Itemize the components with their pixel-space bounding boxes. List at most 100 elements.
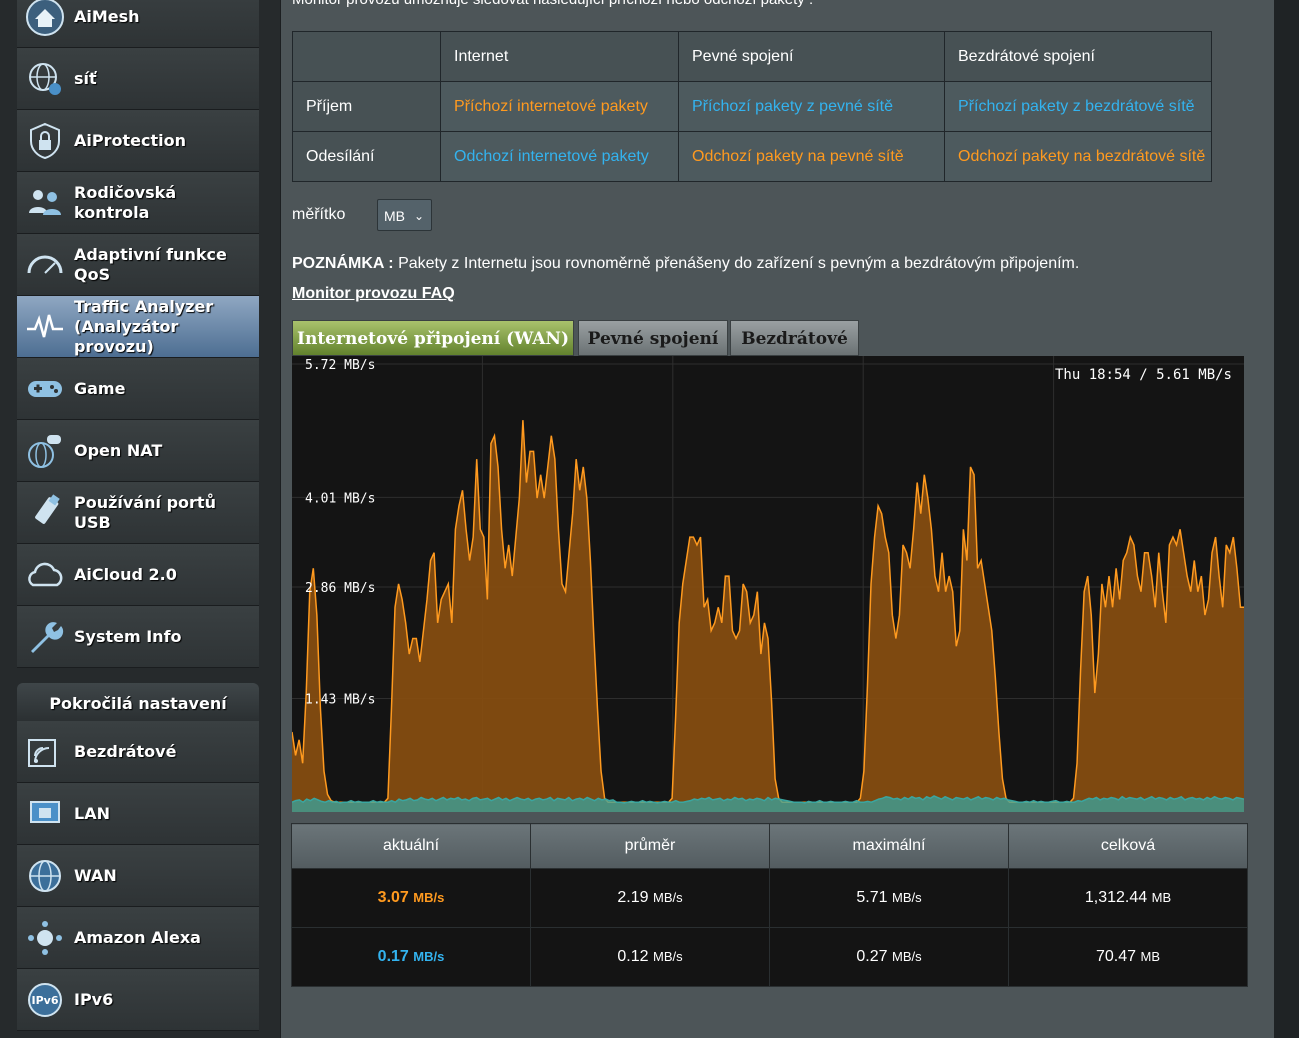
stats-unit: MB: [1140, 949, 1161, 964]
scale-select[interactable]: MB ⌄: [377, 199, 432, 231]
scale-label: měřítko: [292, 206, 346, 223]
note: POZNÁMKA : Pakety z Internetu jsou rovno…: [292, 255, 1079, 273]
stats-unit: MB/s: [652, 890, 683, 905]
network-globe-icon: [29, 62, 61, 95]
table-cell: Příchozí pakety z pevné sítě: [678, 81, 945, 132]
stats-value: 0.17: [377, 948, 409, 965]
menu-label: AiMesh: [74, 6, 140, 26]
table-cell: Příchozí internetové pakety: [440, 81, 679, 132]
tab-wired[interactable]: Pevné spojení: [578, 320, 728, 356]
wireless-icon: [28, 738, 56, 767]
column-header: Internet: [440, 31, 679, 82]
menu-item-adaptive-qos[interactable]: Adaptivní funkce QoS: [17, 234, 259, 296]
menu-item-aiprotection[interactable]: AiProtection: [17, 110, 259, 172]
menu-label: Bezdrátové: [74, 741, 177, 761]
menu-label: Rodičovská kontrola: [74, 182, 177, 222]
menu-label: WAN: [74, 865, 117, 885]
menu-item-game[interactable]: Game: [17, 358, 259, 420]
alexa-icon: [28, 920, 62, 955]
chevron-down-icon: ⌄: [413, 209, 424, 223]
column-header: Bezdrátové spojení: [944, 31, 1212, 82]
menu-label: AiCloud 2.0: [74, 564, 177, 584]
y-tick-label: 2.86 MB/s: [305, 581, 375, 596]
stats-value: 0.27: [856, 948, 888, 965]
menu-item-ipv6[interactable]: IPv6 IPv6: [17, 969, 259, 1031]
lan-icon: [30, 800, 60, 823]
stats-header: celková: [1008, 823, 1248, 869]
menu-item-aicloud[interactable]: AiCloud 2.0: [17, 544, 259, 606]
packet-types-table: Internet Pevné spojení Bezdrátové spojen…: [292, 31, 1212, 182]
menu-label: Adaptivní funkce QoS: [74, 244, 227, 284]
faq-link[interactable]: Monitor provozu FAQ: [292, 285, 455, 303]
y-tick-label: 4.01 MB/s: [305, 491, 375, 506]
stats-cell: 0.27 MB/s: [769, 927, 1009, 987]
stats-header: průměr: [530, 823, 770, 869]
menu-label: AiProtection: [74, 130, 186, 150]
stats-unit: MB/s: [652, 949, 683, 964]
usb-icon: [35, 493, 60, 524]
menu-item-wireless[interactable]: Bezdrátové: [17, 721, 259, 783]
menu-label: Traffic Analyzer (Analyzátor provozu): [74, 296, 214, 356]
y-tick-label: 5.72 MB/s: [305, 358, 375, 373]
stats-unit: MB/s: [891, 949, 922, 964]
menu-label: Open NAT: [74, 440, 163, 460]
traffic-chart: 5.72 MB/s 4.01 MB/s 2.86 MB/s 1.43 MB/s Thu…: [292, 356, 1244, 812]
menu-item-open-nat[interactable]: Open NAT: [17, 420, 259, 482]
table-cell: Příchozí pakety z bezdrátové sítě: [944, 81, 1212, 132]
table-cell: Odchozí pakety na bezdrátové sítě: [944, 131, 1212, 182]
tab-wireless[interactable]: Bezdrátové: [730, 320, 859, 356]
stats-header: maximální: [769, 823, 1009, 869]
stats-value: 2.19: [617, 889, 649, 906]
cloud-icon: [28, 562, 63, 586]
chart-status: Thu 18:54 / 5.61 MB/s: [1055, 367, 1232, 383]
stats-table: aktuální průměr maximální celková 3.07 M…: [291, 823, 1248, 987]
stats-unit: MB/s: [891, 890, 922, 905]
menu-item-aimesh[interactable]: AiMesh: [17, 0, 259, 48]
stats-unit: MB/s: [413, 890, 445, 905]
stats-value: 0.12: [617, 948, 649, 965]
menu-label: Používání portů USB: [74, 492, 216, 532]
advanced-settings-header: Pokročilá nastavení: [17, 683, 259, 721]
menu-label: IPv6: [74, 989, 114, 1009]
stats-cell: 70.47 MB: [1008, 927, 1248, 987]
menu-item-parental-control[interactable]: Rodičovská kontrola: [17, 172, 259, 234]
stats-cell: 5.71 MB/s: [769, 868, 1009, 928]
nat-globe-icon: [28, 434, 61, 468]
stats-cell: 2.19 MB/s: [530, 868, 770, 928]
general-menu: AiMesh síť AiProtection Rodičovská kontr…: [17, 0, 259, 668]
menu-item-wan[interactable]: WAN: [17, 845, 259, 907]
mesh-house-icon: [26, 0, 64, 36]
stats-cell: 3.07 MB/s: [291, 868, 531, 928]
menu-item-traffic-analyzer[interactable]: Traffic Analyzer (Analyzátor provozu): [17, 296, 259, 358]
ipv6-icon: IPv6: [28, 982, 62, 1017]
note-text: Pakety z Internetu jsou rovnoměrně přená…: [393, 255, 1080, 272]
menu-label: LAN: [74, 803, 110, 823]
menu-label: Amazon Alexa: [74, 927, 201, 947]
wrench-icon: [31, 621, 64, 653]
rx-area: [292, 420, 1244, 812]
menu-item-lan[interactable]: LAN: [17, 783, 259, 845]
menu-item-network[interactable]: síť: [17, 48, 259, 110]
menu-item-amazon-alexa[interactable]: Amazon Alexa: [17, 907, 259, 969]
stats-value: 3.07: [377, 889, 409, 906]
table-cell: Odchozí internetové pakety: [440, 131, 679, 182]
stats-value: 1,312.44: [1084, 889, 1148, 906]
scale-value: MB: [384, 208, 405, 224]
stats-value: 5.71: [856, 889, 888, 906]
table-cell: Odchozí pakety na pevné sítě: [678, 131, 945, 182]
pulse-icon: [27, 314, 63, 337]
speedometer-icon: [27, 255, 63, 274]
svg-text:IPv6: IPv6: [32, 994, 59, 1007]
wan-globe-icon: [29, 859, 61, 892]
tab-wan[interactable]: Internetové připojení (WAN): [292, 320, 574, 356]
stats-unit: MB/s: [413, 949, 445, 964]
main-content: Monitor provozu umožňuje sledovat násled…: [281, 0, 1274, 1038]
y-tick-label: 1.43 MB/s: [305, 693, 375, 708]
stats-header: aktuální: [291, 823, 531, 869]
table-corner: [292, 31, 441, 82]
stats-cell: 0.17 MB/s: [291, 927, 531, 987]
intro-text: Monitor provozu umožňuje sledovat násled…: [292, 0, 813, 8]
menu-item-system-info[interactable]: System Info: [17, 606, 259, 668]
left-menu: AiMesh síť AiProtection Rodičovská kontr…: [0, 0, 280, 1038]
menu-item-usb[interactable]: Používání portů USB: [17, 482, 259, 544]
